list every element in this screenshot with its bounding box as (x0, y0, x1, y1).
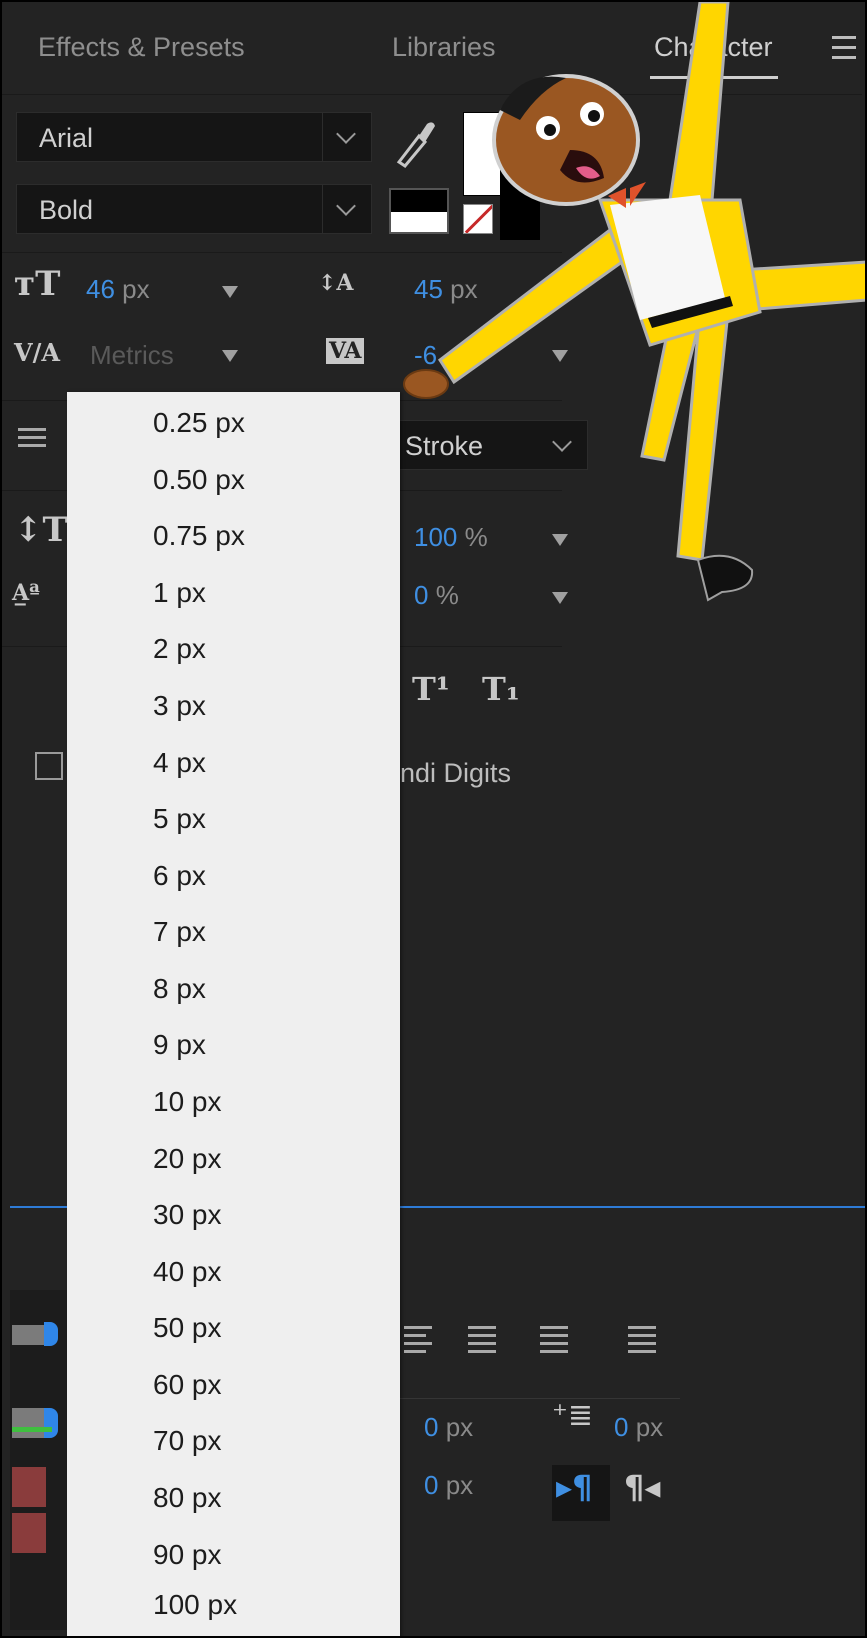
menu-item[interactable]: 8 px (153, 961, 206, 1017)
chevron-down-icon (322, 185, 371, 233)
menu-item[interactable]: 0.25 px (153, 395, 245, 451)
menu-item[interactable]: 6 px (153, 848, 206, 904)
menu-item[interactable]: 30 px (153, 1187, 222, 1243)
menu-item[interactable]: 0.75 px (153, 508, 245, 564)
vertical-scale-icon: ↕T (14, 510, 68, 550)
stroke-width-icon (18, 428, 46, 452)
layer-progress-bar (12, 1427, 52, 1432)
cartoon-character-illustration (403, 2, 867, 602)
space-before-value[interactable]: 0 px (424, 1470, 473, 1501)
layer-bar[interactable] (12, 1408, 48, 1438)
layer-color-label (12, 1513, 46, 1553)
menu-item[interactable]: 3 px (153, 678, 206, 734)
menu-item[interactable]: 1 px (153, 565, 206, 621)
font-size-value[interactable]: 46 px (86, 274, 150, 305)
ltr-paragraph-icon: ▸¶ (556, 1468, 593, 1506)
menu-item[interactable]: 90 px (153, 1527, 222, 1583)
font-style-value: Bold (39, 195, 94, 225)
stroke-width-menu: 0.25 px 0.50 px 0.75 px 1 px 2 px 3 px 4… (67, 392, 400, 1638)
chevron-down-icon (322, 113, 371, 161)
justify-last-left-icon[interactable] (404, 1326, 432, 1358)
indent-left-value[interactable]: 0 px (424, 1412, 473, 1443)
menu-item[interactable]: 0.50 px (153, 452, 245, 508)
tab-effects-presets[interactable]: Effects & Presets (38, 32, 245, 63)
layer-color-label (12, 1467, 46, 1507)
hindi-digits-checkbox[interactable] (35, 752, 63, 780)
layer-handle[interactable] (44, 1322, 58, 1346)
justify-last-right-icon[interactable] (540, 1326, 568, 1358)
hindi-digits-label: ndi Digits (400, 758, 512, 788)
menu-item[interactable]: 80 px (153, 1470, 222, 1526)
divider (390, 1398, 680, 1399)
font-style-dropdown[interactable]: Bold (16, 184, 372, 234)
indent-first-value[interactable]: 0 px (614, 1412, 663, 1443)
menu-item[interactable]: 5 px (153, 791, 206, 847)
subscript-icon[interactable]: T₁ (482, 670, 520, 708)
menu-item[interactable]: 40 px (153, 1244, 222, 1300)
menu-item[interactable]: 4 px (153, 735, 206, 791)
menu-item[interactable]: 50 px (153, 1300, 222, 1356)
kerning-icon: V/A (14, 338, 61, 367)
font-family-value: Arial (39, 123, 94, 153)
kerning-dropdown-icon[interactable] (222, 350, 238, 362)
layer-bar[interactable] (12, 1325, 48, 1345)
menu-item[interactable]: 2 px (153, 621, 206, 677)
baseline-shift-icon: A̲ª (12, 580, 40, 606)
justify-all-icon[interactable] (628, 1326, 656, 1358)
menu-item[interactable]: 70 px (153, 1413, 222, 1469)
menu-item[interactable]: 7 px (153, 904, 206, 960)
tracking-icon: VA (326, 338, 365, 364)
leading-icon: ↕A (318, 270, 354, 296)
menu-item[interactable]: 9 px (153, 1017, 206, 1073)
menu-item[interactable]: 10 px (153, 1074, 222, 1130)
font-family-dropdown[interactable]: Arial (16, 112, 372, 162)
kerning-value[interactable]: Metrics (90, 340, 174, 371)
font-size-icon: ᴛT (14, 264, 61, 304)
font-size-dropdown-icon[interactable] (222, 286, 238, 298)
menu-item[interactable]: 60 px (153, 1357, 222, 1413)
rtl-paragraph-icon[interactable]: ¶◂ (624, 1468, 660, 1506)
layer-handle[interactable] (44, 1408, 58, 1438)
menu-item[interactable]: 20 px (153, 1131, 222, 1187)
superscript-icon[interactable]: T¹ (412, 670, 450, 708)
justify-last-center-icon[interactable] (468, 1326, 496, 1358)
indent-first-line-icon: ⁺≣ (552, 1398, 593, 1433)
menu-item[interactable]: 100 px (153, 1577, 237, 1633)
